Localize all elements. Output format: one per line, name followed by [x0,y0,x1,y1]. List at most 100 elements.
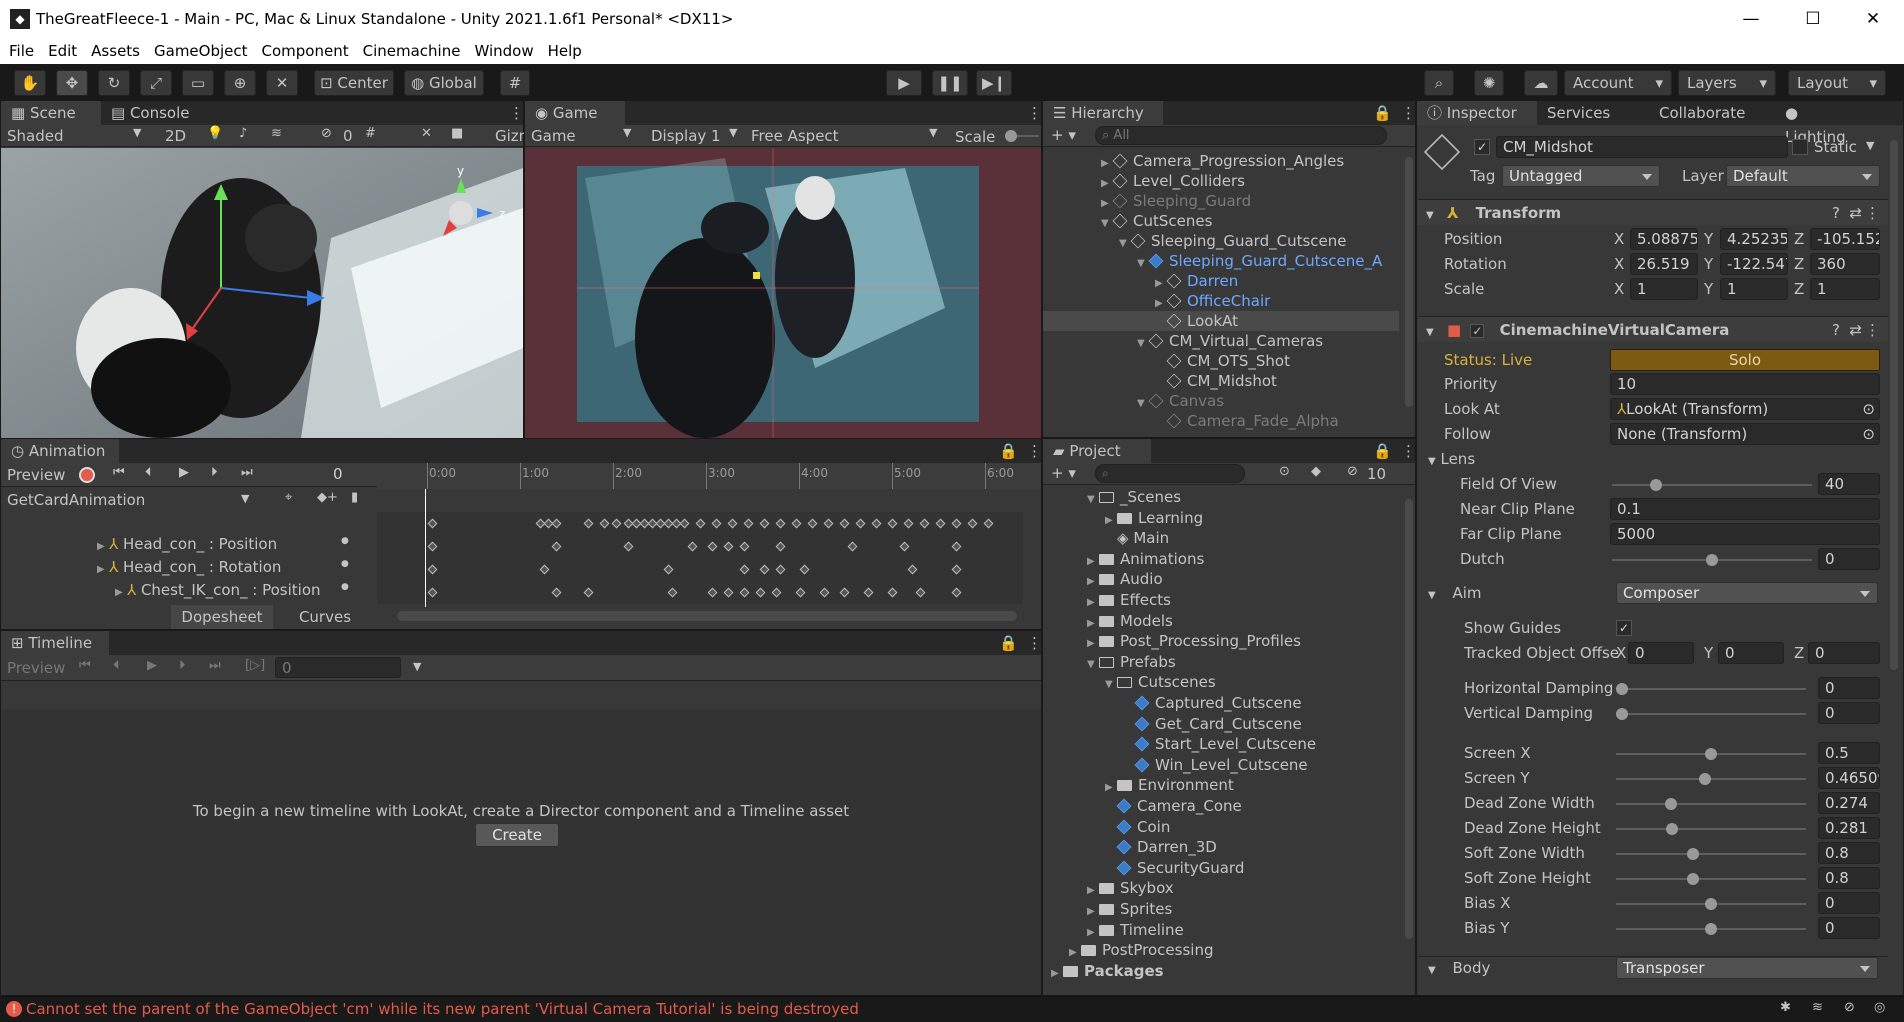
last-key-button[interactable]: ⏭ [241,465,253,480]
slider-knob[interactable] [1705,898,1717,910]
project-item[interactable]: ▼ Cutscenes [1043,672,1399,695]
aim-slider-field[interactable]: 0 [1818,702,1880,724]
game-viewport[interactable] [525,148,1041,438]
grid-icon[interactable]: # [365,126,376,141]
keyframe[interactable] [427,518,438,529]
transform-scale-z-field[interactable]: 1 [1810,278,1880,300]
foldout-arrow-icon[interactable]: ▶ [97,560,109,580]
aim-slider-field[interactable]: 0 [1818,917,1880,939]
lens-foldout[interactable]: ▼ Lens [1428,449,1475,472]
keyframe[interactable] [427,541,438,552]
camera-icon[interactable]: ■ [451,126,463,141]
keyframe[interactable] [967,518,978,529]
tracked-offset-x[interactable]: 0 [1628,642,1694,664]
transform-position-y-field[interactable]: 4.252353 [1720,228,1788,250]
aim-slider[interactable] [1616,923,1806,935]
follow-field[interactable]: None (Transform) ⊙ [1610,423,1880,445]
body-foldout[interactable]: ▼ Body [1428,958,1490,981]
aim-slider[interactable] [1616,708,1806,720]
project-item[interactable]: ◈ Main [1043,528,1399,548]
keyframe[interactable] [935,518,946,529]
aim-slider-field[interactable]: 0 [1818,892,1880,914]
hierarchy-item[interactable]: CM_OTS_Shot [1043,351,1399,371]
lock-icon[interactable]: 🔒 [989,631,1018,655]
transform-scale-x-field[interactable]: 1 [1630,278,1698,300]
slider-knob[interactable] [1666,823,1679,835]
look-at-field[interactable]: ⅄LookAt (Transform) ⊙ [1610,398,1880,420]
transform-scale-y-field[interactable]: 1 [1720,278,1788,300]
pause-button[interactable]: ❚❚ [932,70,968,96]
next-key-button[interactable]: ⏵ [211,465,218,480]
keyframe[interactable] [775,564,786,575]
aim-foldout[interactable]: ▼ Aim [1428,583,1482,606]
slider-knob[interactable] [1705,748,1717,760]
tag-dropdown[interactable]: Untagged [1502,165,1660,187]
lock-icon[interactable]: 🔒 [1363,101,1392,125]
frame-field[interactable]: 0 [327,464,375,485]
project-item[interactable]: SecurityGuard [1043,858,1399,878]
game-mode-dropdown[interactable]: Game [531,126,576,146]
project-item[interactable]: ▶ Sprites [1043,899,1399,922]
help-icon[interactable]: ? [1832,200,1840,226]
timeline-preview-toggle[interactable]: Preview [7,658,65,678]
keyframe[interactable] [915,587,926,598]
keyframe[interactable] [695,518,706,529]
component-menu-icon[interactable]: ⋮ [1865,317,1880,343]
2d-toggle[interactable]: 2D [165,126,186,146]
transform-position-z-field[interactable]: -105.152 [1810,228,1880,250]
keyframe[interactable] [855,518,866,529]
keyframe[interactable] [795,587,806,598]
aim-slider-field[interactable]: 0.5 [1818,742,1880,764]
tracked-offset-y[interactable]: 0 [1718,642,1784,664]
shading-mode-dropdown[interactable]: Shaded [7,126,64,146]
display-dropdown[interactable]: Display 1 [651,126,721,146]
project-item[interactable]: ▶ Audio [1043,569,1399,592]
aim-slider-field[interactable]: 0 [1818,677,1880,699]
keyframe[interactable] [551,587,562,598]
preset-icon[interactable]: ⇄ [1849,317,1862,343]
layer-dropdown[interactable]: Default [1726,165,1880,187]
rect-tool-icon[interactable]: ▭ [182,70,214,96]
tab-inspector[interactable]: ⓘ Inspector [1417,101,1537,125]
audio-toggle-icon[interactable]: ♪ [239,126,247,141]
object-picker-icon[interactable]: ⊙ [1862,424,1875,444]
dopesheet-tab[interactable]: Dopesheet [171,605,273,629]
priority-field[interactable]: 10 [1610,373,1880,395]
tab-console[interactable]: ▤ Console [101,101,201,125]
lighting-toggle-icon[interactable]: 💡 [207,126,223,141]
transform-rotation-z-field[interactable]: 360 [1810,253,1880,275]
keyframe[interactable] [679,518,690,529]
keyframe[interactable] [599,518,610,529]
keyframe[interactable] [723,541,734,552]
tab-project[interactable]: ▰ Project [1043,439,1151,463]
keyframe[interactable] [427,587,438,598]
pivot-center-button[interactable]: ⊡ Center [314,70,394,96]
aim-slider[interactable] [1616,823,1806,835]
keyframe[interactable] [799,564,810,575]
play-timeline-button[interactable]: ▶ [147,658,157,673]
object-picker-icon[interactable]: ⊙ [1862,399,1875,419]
keyframe[interactable] [583,587,594,598]
grid-snap-icon[interactable]: # [500,70,530,96]
play-animation-button[interactable]: ▶ [179,465,189,480]
aim-slider[interactable] [1616,798,1806,810]
animated-property-row[interactable]: ▶ ⅄ Chest_IK_con_ : Position [115,580,321,603]
project-item[interactable]: ▶ Animations [1043,549,1399,572]
project-item[interactable]: ▶ Timeline [1043,920,1399,943]
cache-server-icon[interactable]: ◎ [1874,1000,1885,1015]
aim-dropdown[interactable]: Composer [1616,582,1878,604]
tab-lighting[interactable]: ● Lighting [1775,101,1869,146]
solo-button[interactable]: Solo [1610,349,1880,371]
slider-knob[interactable] [1664,798,1677,810]
scale-tool-icon[interactable]: ⤢ [140,70,172,96]
create-button[interactable]: Create [475,823,559,847]
slider-knob[interactable] [1705,923,1717,935]
rotate-tool-icon[interactable]: ↻ [98,70,130,96]
aim-slider[interactable] [1616,848,1806,860]
menu-component[interactable]: Component [255,42,356,60]
transform-position-x-field[interactable]: 5.088757 [1630,228,1698,250]
project-item[interactable]: ▶ Packages [1043,961,1399,984]
panel-menu-icon[interactable]: ⋮ [1391,439,1416,463]
panel-menu-icon[interactable]: ⋮ [1017,101,1042,125]
slider-knob[interactable] [1706,554,1718,566]
